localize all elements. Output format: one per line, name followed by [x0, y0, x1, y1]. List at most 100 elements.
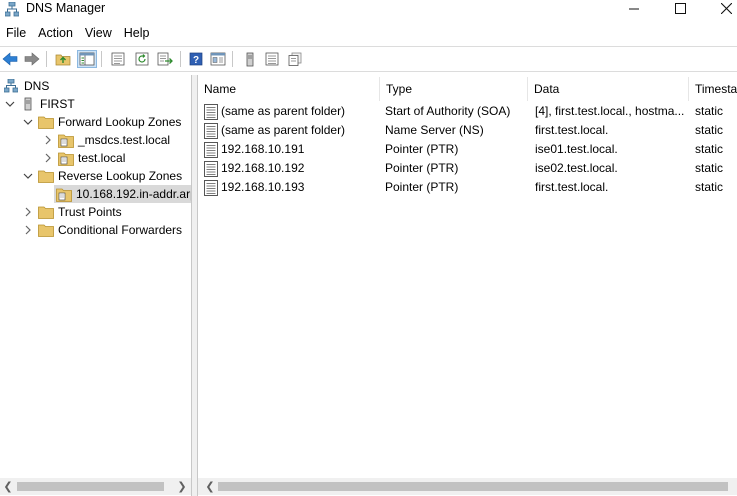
- chevron-right-icon[interactable]: [22, 206, 34, 218]
- cell-timestamp: static: [695, 161, 724, 175]
- cell-timestamp: static: [695, 142, 724, 156]
- cell-type: Pointer (PTR): [385, 161, 459, 175]
- chevron-down-icon[interactable]: [22, 170, 34, 182]
- cell-data: ise01.test.local.: [535, 142, 618, 156]
- folder-icon: [38, 224, 54, 237]
- back-icon[interactable]: [0, 50, 20, 68]
- menu-action[interactable]: Action: [32, 22, 79, 44]
- list-horizontal-scrollbar[interactable]: ❮: [198, 478, 737, 495]
- table-row[interactable]: 192.168.10.191 Pointer (PTR) ise01.test.lo…: [198, 140, 737, 159]
- cell-type: Start of Authority (SOA): [385, 104, 511, 118]
- show-hide-tree-icon[interactable]: [77, 50, 97, 68]
- table-row[interactable]: 192.168.10.192 Pointer (PTR) ise02.test.lo…: [198, 159, 737, 178]
- cell-type: Pointer (PTR): [385, 142, 459, 156]
- cell-timestamp: static: [695, 123, 724, 137]
- toolbar-separator: [101, 51, 102, 67]
- tree-node-conditional-forwarders[interactable]: Conditional Forwarders: [22, 221, 182, 239]
- tree-node-forward-lookup-zones[interactable]: Forward Lookup Zones: [22, 113, 181, 131]
- cell-type: Pointer (PTR): [385, 180, 459, 194]
- server-icon[interactable]: [240, 50, 260, 68]
- cell-name: (same as parent folder): [221, 104, 346, 118]
- tree-node-trust-points[interactable]: Trust Points: [22, 203, 122, 221]
- console-icon[interactable]: [208, 50, 228, 68]
- column-header-type[interactable]: Type: [380, 77, 528, 101]
- table-row[interactable]: (same as parent folder) Name Server (NS) f…: [198, 121, 737, 140]
- chevron-down-icon[interactable]: [22, 116, 34, 128]
- console-tree: DNS FIRST Forward Lookup Zones _msdcs.te…: [0, 75, 192, 496]
- tree-label-first: FIRST: [40, 97, 75, 111]
- tree-node-server-first[interactable]: FIRST: [4, 95, 75, 113]
- scroll-left-icon[interactable]: ❮: [0, 478, 16, 495]
- tree-node-msdcs-zone[interactable]: _msdcs.test.local: [42, 131, 170, 149]
- table-row[interactable]: 192.168.10.193 Pointer (PTR) first.test.lo…: [198, 178, 737, 197]
- toolbar: ?: [0, 46, 737, 72]
- dns-manager-icon: [4, 1, 20, 17]
- maximize-button[interactable]: [660, 0, 700, 16]
- folder-icon: [38, 206, 54, 219]
- tree-label-reverse: Reverse Lookup Zones: [58, 169, 183, 183]
- folder-icon: [38, 116, 54, 129]
- chevron-right-icon[interactable]: [42, 152, 54, 164]
- tree-label-test-local: test.local: [78, 151, 126, 165]
- cell-data: [4], first.test.local., hostma...: [535, 104, 685, 118]
- scroll-left-icon[interactable]: ❮: [202, 478, 218, 495]
- dns-record-icon: [204, 180, 218, 196]
- tree-label-forward: Forward Lookup Zones: [58, 115, 182, 129]
- menu-help[interactable]: Help: [118, 22, 156, 44]
- window-title: DNS Manager: [26, 1, 106, 15]
- column-header-timestamp[interactable]: Timestamp: [689, 77, 737, 101]
- copy-icon[interactable]: [285, 50, 305, 68]
- properties-icon[interactable]: [108, 50, 128, 68]
- tree-node-reverse-zone-selected[interactable]: 10.168.192.in-addr.arpa: [54, 185, 192, 203]
- tree-node-test-local-zone[interactable]: test.local: [42, 149, 125, 167]
- server-node-icon: [22, 97, 36, 111]
- toolbar-separator: [232, 51, 233, 67]
- chevron-down-icon[interactable]: [4, 98, 16, 110]
- dns-record-icon: [204, 104, 218, 120]
- tree-label-msdcs: _msdcs.test.local: [78, 133, 171, 147]
- list-scroll-thumb[interactable]: [218, 482, 728, 491]
- chevron-right-icon[interactable]: [42, 134, 54, 146]
- tree-scroll-thumb[interactable]: [17, 482, 164, 491]
- refresh-icon[interactable]: [132, 50, 152, 68]
- cell-name: (same as parent folder): [221, 123, 346, 137]
- menu-file[interactable]: File: [0, 22, 32, 44]
- export-list-icon[interactable]: [155, 50, 175, 68]
- up-folder-icon[interactable]: [53, 50, 73, 68]
- tree-node-reverse-lookup-zones[interactable]: Reverse Lookup Zones: [22, 167, 182, 185]
- menu-bar: File Action View Help: [0, 22, 737, 44]
- scroll-right-icon[interactable]: ❯: [174, 478, 190, 495]
- tree-horizontal-scrollbar[interactable]: ❮ ❯: [0, 478, 191, 495]
- menu-view[interactable]: View: [79, 22, 118, 44]
- cell-type: Name Server (NS): [385, 123, 484, 137]
- zone-icon: [58, 152, 74, 166]
- tree-node-dns[interactable]: DNS: [3, 77, 49, 95]
- tree-label-conditional: Conditional Forwarders: [58, 223, 183, 237]
- column-header-name[interactable]: Name: [198, 77, 380, 101]
- cell-name: 192.168.10.192: [221, 161, 305, 175]
- cell-data: ise02.test.local.: [535, 161, 618, 175]
- cell-timestamp: static: [695, 104, 724, 118]
- svg-text:?: ?: [193, 55, 199, 66]
- cell-data: first.test.local.: [535, 123, 609, 137]
- toolbar-separator: [180, 51, 181, 67]
- column-header-data[interactable]: Data: [528, 77, 689, 101]
- folder-icon: [38, 170, 54, 183]
- close-button[interactable]: [706, 0, 737, 16]
- dns-record-icon: [204, 142, 218, 158]
- tree-label-reverse-zone: 10.168.192.in-addr.arpa: [76, 187, 192, 201]
- table-row[interactable]: (same as parent folder) Start of Authorit…: [198, 102, 737, 121]
- minimize-button[interactable]: [614, 0, 654, 16]
- dns-record-icon: [204, 161, 218, 177]
- chevron-right-icon[interactable]: [22, 224, 34, 236]
- cell-name: 192.168.10.193: [221, 180, 305, 194]
- cell-data: first.test.local.: [535, 180, 609, 194]
- help-icon[interactable]: ?: [186, 50, 206, 68]
- zone-icon: [56, 188, 72, 202]
- list-icon[interactable]: [262, 50, 282, 68]
- tree-label-trust: Trust Points: [58, 205, 122, 219]
- cell-name: 192.168.10.191: [221, 142, 305, 156]
- zone-icon: [58, 134, 74, 148]
- title-bar: DNS Manager: [0, 0, 737, 20]
- forward-icon[interactable]: [22, 50, 42, 68]
